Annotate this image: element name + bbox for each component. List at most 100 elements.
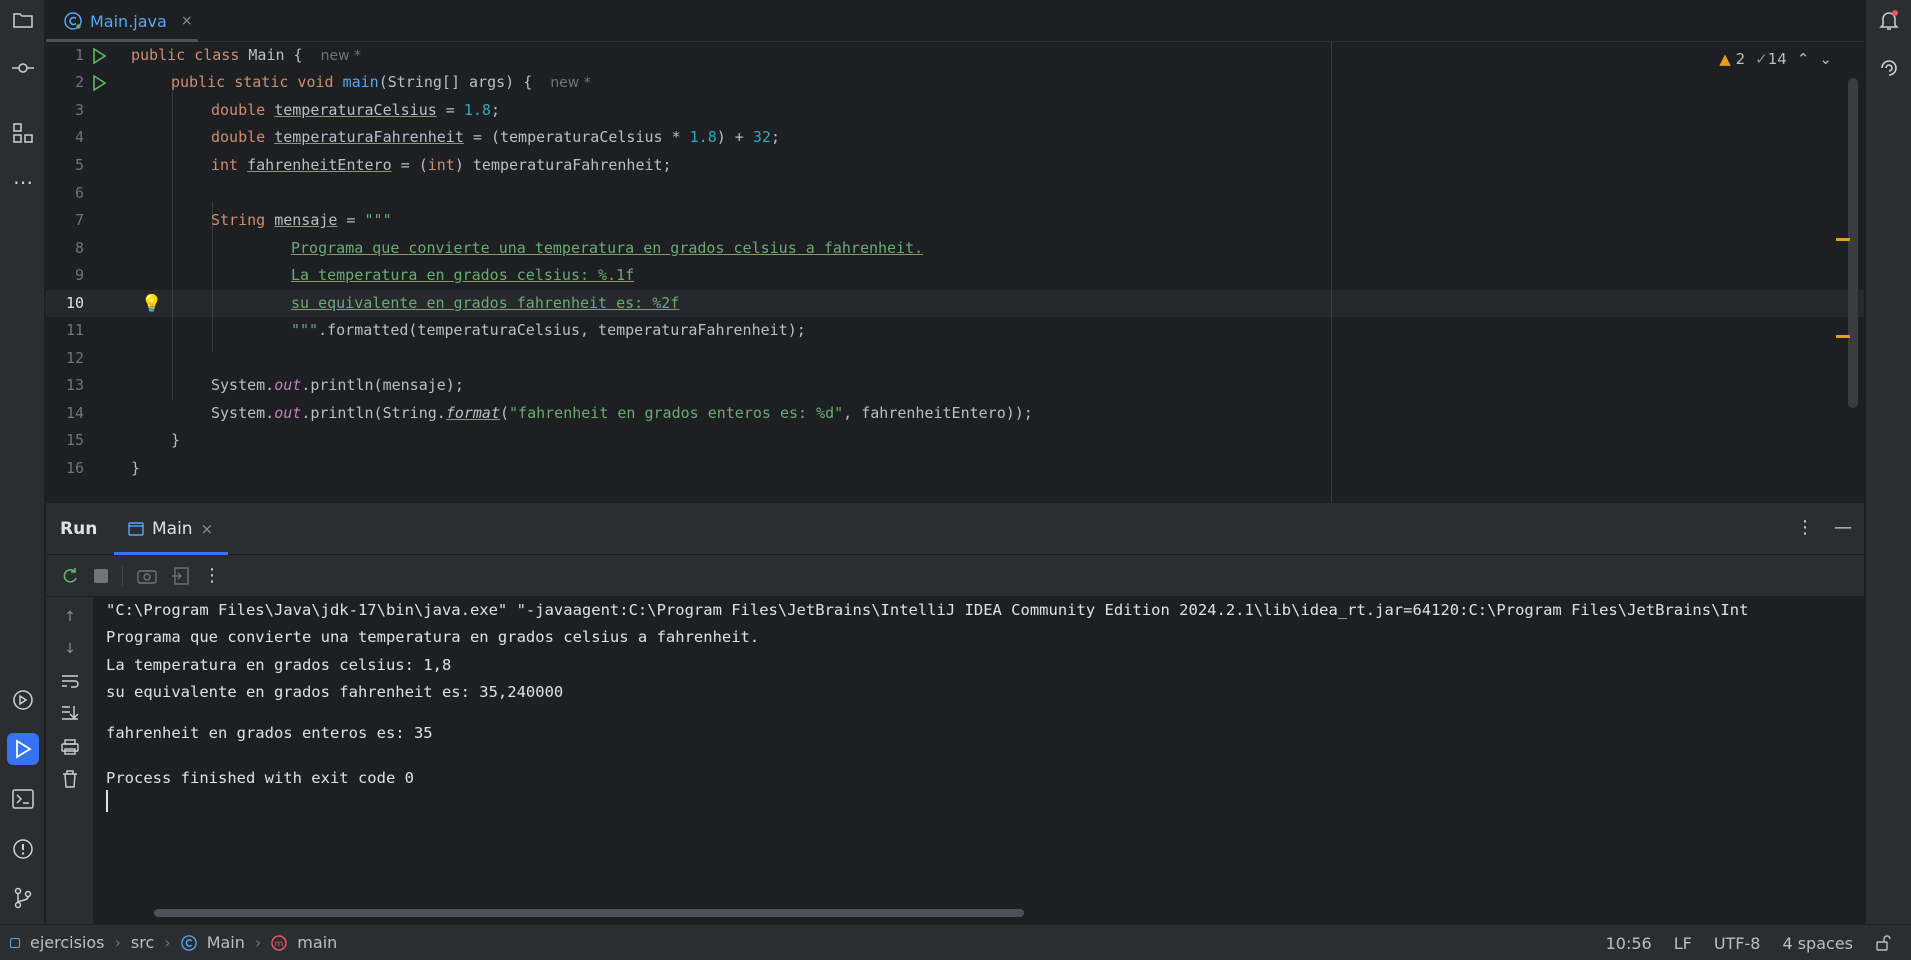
tab-main-java[interactable]: Main.java ×	[58, 0, 199, 42]
console-line: fahrenheit en grados enteros es: 35	[106, 724, 433, 742]
line-number: 16	[65, 459, 84, 477]
indent-guide	[172, 92, 173, 400]
line-number: 1	[74, 46, 84, 64]
breadcrumb-method[interactable]: main	[297, 933, 337, 952]
terminal-icon[interactable]	[7, 783, 39, 815]
console-line: su equivalente en grados fahrenheit es: …	[106, 683, 564, 701]
structure-icon[interactable]	[7, 117, 39, 149]
line-number: 7	[74, 211, 84, 229]
tab-close-button[interactable]: ×	[181, 13, 193, 29]
ide-window: ⋯ Main.java × ▲ 2 ✓14 ⌃ ⌄ 1 2 3 4 5 6 7 …	[0, 0, 1911, 960]
warning-stripe-marker[interactable]	[1836, 335, 1850, 338]
console-line: Process finished with exit code 0	[106, 769, 414, 787]
git-branch-icon[interactable]	[7, 882, 39, 914]
project-module-icon	[10, 937, 20, 948]
problems-icon[interactable]	[7, 833, 39, 865]
screenshot-icon[interactable]	[137, 567, 157, 585]
run-toolbar: ⋮	[46, 555, 1864, 597]
line-number: 14	[65, 404, 84, 422]
run-tool-icon[interactable]	[7, 733, 39, 765]
panel-options-icon[interactable]: ⋮	[1796, 517, 1814, 538]
code-line-4: double temperaturaFahrenheit = (temperat…	[211, 128, 780, 146]
line-separator[interactable]: LF	[1674, 934, 1692, 953]
text-caret	[106, 790, 108, 812]
left-tool-strip: ⋯	[0, 0, 45, 924]
line-number: 8	[74, 239, 84, 257]
print-icon[interactable]	[60, 737, 80, 757]
run-tool-window: Run Main × ⋮ — ⋮ ↑ ↓ "C:\Program Files\J…	[46, 502, 1864, 925]
notifications-icon[interactable]	[1873, 4, 1905, 36]
code-line-3: double temperaturaCelsius = 1.8;	[211, 101, 500, 119]
chevron-right-icon: ›	[164, 933, 171, 952]
soft-wrap-icon[interactable]	[60, 671, 80, 691]
tab-label: Main.java	[90, 11, 167, 31]
console-line: "C:\Program Files\Java\jdk-17\bin\java.e…	[106, 601, 1749, 619]
stop-icon[interactable]	[94, 568, 108, 583]
inspection-widget[interactable]: ▲ 2 ✓14 ⌃ ⌄	[1719, 50, 1832, 68]
more-tools-icon[interactable]: ⋯	[7, 166, 39, 198]
scroll-up-icon[interactable]: ↑	[60, 607, 80, 627]
scroll-to-end-icon[interactable]	[60, 703, 80, 723]
warning-count[interactable]: ▲ 2	[1719, 50, 1745, 68]
run-panel-header: Run Main × ⋮ —	[46, 503, 1864, 555]
breadcrumb-project[interactable]: ejercisios	[30, 933, 105, 952]
run-main-icon[interactable]	[91, 75, 107, 91]
more-actions-icon[interactable]: ⋮	[203, 565, 221, 586]
console-horizontal-scrollbar[interactable]	[154, 909, 1024, 917]
warning-stripe-marker[interactable]	[1836, 238, 1850, 241]
run-class-icon[interactable]	[91, 48, 107, 64]
prev-highlight-icon[interactable]: ⌃	[1797, 50, 1810, 68]
toolbar-divider	[122, 565, 123, 586]
java-class-icon	[64, 12, 82, 30]
right-margin-guide	[1331, 42, 1332, 502]
code-line-14: System.out.println(String.format("fahren…	[211, 404, 1033, 422]
breadcrumb-class[interactable]: Main	[207, 933, 245, 952]
line-number: 12	[65, 349, 84, 367]
project-folder-icon[interactable]	[7, 4, 39, 36]
clear-all-icon[interactable]	[60, 769, 80, 789]
code-line-10: su equivalente en grados fahrenheit es: …	[291, 294, 680, 312]
console-line: Programa que convierte una temperatura e…	[106, 628, 760, 646]
services-icon[interactable]	[7, 684, 39, 716]
lightbulb-icon[interactable]: 💡	[141, 294, 162, 314]
editor-vertical-scrollbar[interactable]	[1848, 78, 1858, 408]
chevron-right-icon: ›	[254, 933, 262, 952]
code-line-1: public class Main { new *	[131, 46, 362, 64]
exit-icon[interactable]	[171, 566, 189, 585]
breadcrumb: ejercisios › src › Main › m main	[0, 933, 337, 952]
line-number: 3	[74, 101, 84, 119]
run-tab-main[interactable]: Main ×	[114, 503, 227, 555]
ai-assistant-icon[interactable]	[1873, 52, 1905, 84]
line-number: 9	[74, 266, 84, 284]
readonly-lock-icon[interactable]	[1875, 935, 1891, 951]
code-line-16: }	[131, 459, 141, 477]
commit-icon[interactable]	[7, 52, 39, 84]
code-line-8: Programa que convierte una temperatura e…	[291, 239, 924, 257]
file-encoding[interactable]: UTF-8	[1714, 934, 1761, 953]
line-number: 2	[74, 73, 84, 91]
method-icon: m	[271, 934, 288, 951]
editor-tab-bar: Main.java ×	[46, 0, 1864, 42]
console-output[interactable]: "C:\Program Files\Java\jdk-17\bin\java.e…	[94, 597, 1864, 925]
caret-position[interactable]: 10:56	[1606, 934, 1652, 953]
line-number: 10	[65, 294, 84, 312]
rerun-icon[interactable]	[60, 566, 80, 586]
line-number: 11	[65, 321, 84, 339]
next-highlight-icon[interactable]: ⌄	[1819, 50, 1832, 68]
status-bar: ejercisios › src › Main › m main 10:56 L…	[0, 924, 1911, 960]
line-number: 5	[74, 156, 84, 174]
code-editor[interactable]: ▲ 2 ✓14 ⌃ ⌄ 1 2 3 4 5 6 7 8 9 10 11 12 1…	[46, 42, 1864, 502]
code-line-5: int fahrenheitEntero = (int) temperatura…	[211, 156, 672, 174]
code-line-15: }	[171, 431, 181, 449]
minimize-panel-icon[interactable]: —	[1834, 517, 1852, 538]
line-number: 15	[65, 431, 84, 449]
check-count[interactable]: ✓14	[1755, 50, 1787, 68]
scroll-down-icon[interactable]: ↓	[60, 639, 80, 659]
indent-setting[interactable]: 4 spaces	[1782, 934, 1853, 953]
run-tab-label: Main	[152, 519, 193, 539]
right-tool-strip	[1865, 0, 1911, 924]
run-tab-close-button[interactable]: ×	[201, 520, 214, 538]
console-line: La temperatura en grados celsius: 1,8	[106, 656, 452, 674]
check-icon: ✓	[1755, 50, 1768, 68]
breadcrumb-src[interactable]: src	[131, 933, 154, 952]
